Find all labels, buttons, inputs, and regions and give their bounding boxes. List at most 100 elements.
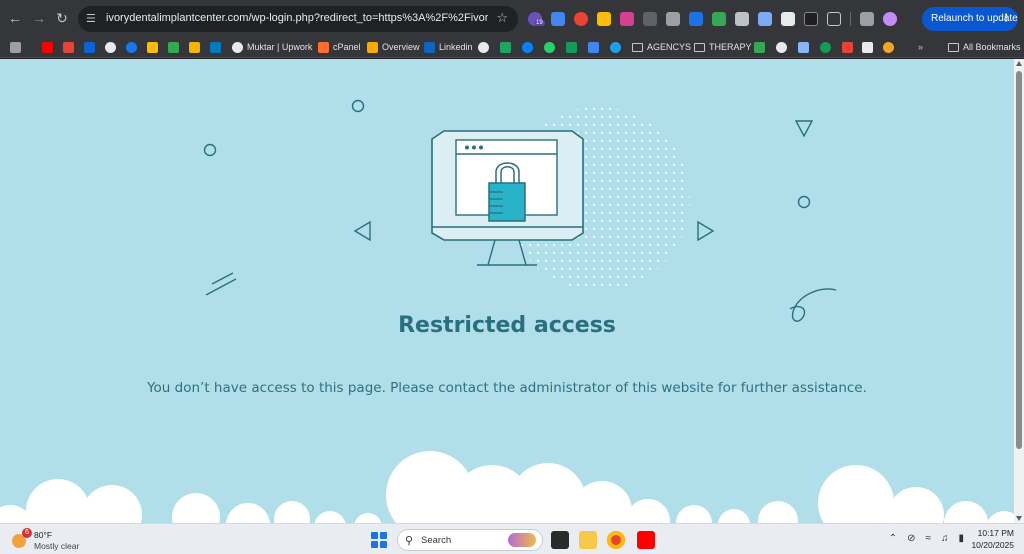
bookmark-icon[interactable]: [820, 39, 831, 55]
bookmark-icon[interactable]: [842, 39, 853, 55]
taskbar-search[interactable]: ⚲ Search: [397, 529, 543, 551]
deco-line: [205, 278, 237, 296]
outlook-bookmark-icon[interactable]: [84, 39, 95, 55]
restricted-page: Restricted access You don’t have access …: [0, 59, 1014, 523]
forward-icon[interactable]: →: [30, 9, 48, 27]
scroll-up-icon[interactable]: [1016, 61, 1022, 66]
browser-toolbar: ← → ↻ ☰ ivorydentalimplantcenter.com/wp-…: [0, 0, 1024, 36]
clouds-decoration: [0, 451, 1014, 523]
maps-bookmark-icon[interactable]: [189, 39, 200, 55]
volume-icon[interactable]: ♫: [941, 533, 949, 544]
extension-icon[interactable]: [804, 12, 818, 26]
extension-icon[interactable]: [758, 12, 772, 26]
bookmark-all-bookmarks[interactable]: All Bookmarks: [948, 39, 1021, 55]
apps-grid-icon[interactable]: [10, 39, 21, 55]
bookmark-upwork[interactable]: Muktar | Upwork: [232, 39, 312, 55]
weather-badge: 6: [22, 528, 32, 538]
facebook-bookmark-icon[interactable]: [126, 39, 137, 55]
maps-bookmark-icon[interactable]: [754, 39, 765, 55]
relaunch-to-update-button[interactable]: Relaunch to update ⋮: [922, 7, 1018, 31]
deco-triangle: [697, 220, 715, 242]
bookmark-icon[interactable]: [798, 39, 809, 55]
temperature: 80°F: [34, 530, 53, 540]
bookmark-icon[interactable]: [147, 39, 158, 55]
task-view-icon[interactable]: [551, 531, 569, 549]
wifi-icon[interactable]: ≈: [925, 533, 931, 544]
clock-time: 10:17 PM: [977, 528, 1014, 538]
bookmarks-bar: Muktar | Upwork cPanel Overview Linkedin…: [0, 36, 1024, 58]
deco-triangle: [353, 220, 371, 242]
bookmark-icon[interactable]: [883, 39, 894, 55]
url-text[interactable]: ivorydentalimplantcenter.com/wp-login.ph…: [106, 12, 488, 24]
bookmark-cpanel[interactable]: cPanel: [318, 39, 361, 55]
back-icon[interactable]: ←: [6, 9, 24, 27]
extension-badge: 19: [534, 20, 545, 26]
bookmark-icon[interactable]: [610, 39, 621, 55]
weather-widget[interactable]: 6 80°F Mostly clear: [12, 528, 102, 552]
deco-circle: [797, 195, 811, 209]
show-hidden-icons-icon[interactable]: ⌃: [889, 533, 897, 544]
bookmark-folder-agencys[interactable]: AGENCYS: [632, 39, 691, 55]
profile-avatar-icon[interactable]: [883, 12, 897, 26]
search-icon: ⚲: [405, 535, 414, 547]
clock-date: 10/20/2025: [971, 540, 1014, 550]
page-illustration: [0, 99, 1014, 523]
youtube-bookmark-icon[interactable]: [42, 39, 53, 55]
extensions-puzzle-icon[interactable]: [827, 12, 841, 26]
site-info-icon[interactable]: ☰: [86, 12, 100, 26]
deco-triangle: [794, 120, 814, 138]
chrome-taskbar-icon[interactable]: [607, 531, 625, 549]
deco-circle: [203, 143, 217, 157]
access-message: You don’t have access to this page. Plea…: [147, 380, 867, 396]
reload-icon[interactable]: ↻: [53, 9, 71, 27]
drive-bookmark-icon[interactable]: [500, 39, 511, 55]
bookmark-linkedin[interactable]: Linkedin: [424, 39, 473, 55]
scroll-down-icon[interactable]: [1016, 516, 1022, 521]
extension-icon[interactable]: [551, 12, 565, 26]
analytics-icon: [367, 41, 378, 53]
folder-icon: [948, 42, 959, 52]
file-explorer-icon[interactable]: [579, 531, 597, 549]
diamond-icon[interactable]: [689, 12, 703, 26]
cpanel-icon: [318, 41, 329, 53]
linkedin-icon: [424, 41, 435, 53]
download-extension-icon[interactable]: [620, 12, 634, 26]
extension-icon[interactable]: [597, 12, 611, 26]
openai-bookmark-icon[interactable]: [776, 39, 787, 55]
no-sync-icon[interactable]: ⊘: [907, 533, 915, 544]
bookmark-icon[interactable]: [478, 39, 489, 55]
whatsapp-bookmark-icon[interactable]: [544, 39, 555, 55]
extension-icon[interactable]: 19: [528, 12, 545, 26]
trello-bookmark-icon[interactable]: [210, 39, 221, 55]
camera-icon[interactable]: [735, 12, 749, 26]
start-button[interactable]: [371, 532, 387, 548]
wordpress-bookmark-icon[interactable]: [105, 39, 116, 55]
more-menu-icon[interactable]: ⋮: [1001, 7, 1011, 31]
extension-icon[interactable]: [781, 12, 795, 26]
extension-icon[interactable]: [666, 12, 680, 26]
reading-list-icon[interactable]: [860, 12, 874, 26]
weather-condition: Mostly clear: [34, 541, 80, 551]
bookmark-icon[interactable]: [168, 39, 179, 55]
folder-icon: [632, 42, 643, 52]
page-scrollbar[interactable]: [1014, 59, 1024, 523]
bookmark-folder-therapy[interactable]: THERAPY: [694, 39, 752, 55]
youtube-taskbar-icon[interactable]: [637, 531, 655, 549]
pen-icon[interactable]: [643, 12, 657, 26]
deco-circle: [351, 99, 365, 113]
extensions-bar: 19: [528, 10, 897, 28]
messenger-bookmark-icon[interactable]: [522, 39, 533, 55]
bookmark-overview[interactable]: Overview: [367, 39, 420, 55]
cart-icon[interactable]: [712, 12, 726, 26]
sheets-bookmark-icon[interactable]: [566, 39, 577, 55]
bookmark-star-icon[interactable]: ☆: [496, 10, 508, 26]
more-bookmarks-icon[interactable]: »: [918, 39, 923, 55]
bookmark-icon[interactable]: [588, 39, 599, 55]
chrome-extension-icon[interactable]: [574, 12, 588, 26]
notion-bookmark-icon[interactable]: [862, 39, 873, 55]
taskbar: 6 80°F Mostly clear ⚲ Search ⌃ ⊘ ≈ ♫ ▮ 1…: [0, 523, 1024, 554]
scrollbar-thumb[interactable]: [1016, 71, 1022, 449]
address-bar[interactable]: ☰ ivorydentalimplantcenter.com/wp-login.…: [78, 6, 518, 32]
gmail-bookmark-icon[interactable]: [63, 39, 74, 55]
taskbar-clock[interactable]: 10:17 PM 10/20/2025: [962, 527, 1014, 551]
